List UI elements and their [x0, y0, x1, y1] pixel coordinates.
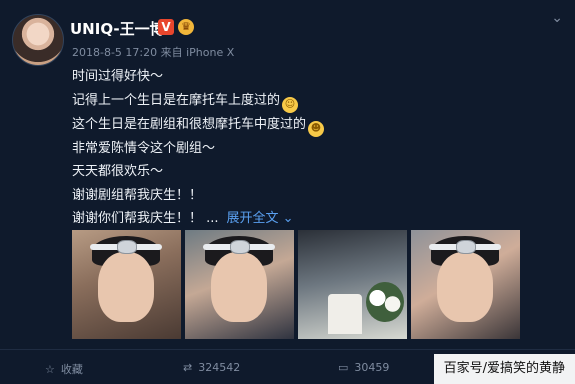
post-line: 谢谢你们帮我庆生！！ ... 展开全文 ⌄: [72, 211, 294, 226]
photo-cake: [328, 294, 362, 334]
post-line: 时间过得好快～: [72, 69, 164, 84]
chevron-down-icon[interactable]: ⌄: [551, 10, 563, 26]
post-line: 天天都很欢乐～: [72, 164, 164, 179]
photo-thumbnail[interactable]: [185, 230, 294, 339]
favorite-label: 收藏: [60, 363, 83, 376]
post-line: 谢谢剧组帮我庆生！！: [72, 187, 203, 203]
avatar[interactable]: [12, 14, 64, 66]
repost-button[interactable]: ⇄ 324542: [183, 361, 240, 374]
laugh-emoji-icon: ☻: [308, 120, 325, 137]
verified-badge-icon: V: [158, 19, 174, 35]
post-line: 记得上一个生日是在摩托车上度过的 ☺: [72, 89, 324, 113]
star-icon: ☆: [45, 363, 55, 376]
photo-face: [98, 252, 154, 322]
photo-flowers: [366, 282, 404, 322]
repost-icon: ⇄: [183, 361, 193, 374]
watermark: 百家号/爱搞笑的黄静: [433, 354, 575, 384]
photo-thumbnail[interactable]: [298, 230, 407, 339]
post-text: 时间过得好快～ 记得上一个生日是在摩托车上度过的 ☺ 这个生日是在剧组和很想摩托车…: [72, 65, 325, 231]
photo-gem: [230, 240, 250, 254]
photo-thumbnail[interactable]: [411, 230, 520, 339]
comment-count: 30459: [354, 361, 390, 374]
photo-face: [211, 252, 267, 322]
post-line: 非常爱陈情令这个剧组～: [72, 140, 216, 156]
comment-icon: ▭: [338, 361, 349, 374]
photo-face: [437, 252, 493, 322]
username[interactable]: UNIQ-王一博: [70, 18, 165, 39]
post-line: 这个生日是在剧组和很想摩托车中度过的 ☻: [72, 113, 325, 137]
expand-link[interactable]: 展开全文 ⌄: [227, 211, 294, 226]
favorite-button[interactable]: ☆ 收藏: [45, 361, 83, 377]
repost-count: 324542: [198, 361, 241, 374]
comment-button[interactable]: ▭ 30459: [338, 361, 389, 374]
photo-gem: [117, 240, 137, 254]
photo-gem: [456, 240, 476, 254]
smile-emoji-icon: ☺: [282, 96, 299, 113]
post-meta: 2018-8-5 17:20 来自 iPhone X: [72, 46, 235, 59]
divider: [0, 349, 575, 350]
crown-icon: ♛: [178, 19, 194, 35]
photo-thumbnail[interactable]: [72, 230, 181, 339]
